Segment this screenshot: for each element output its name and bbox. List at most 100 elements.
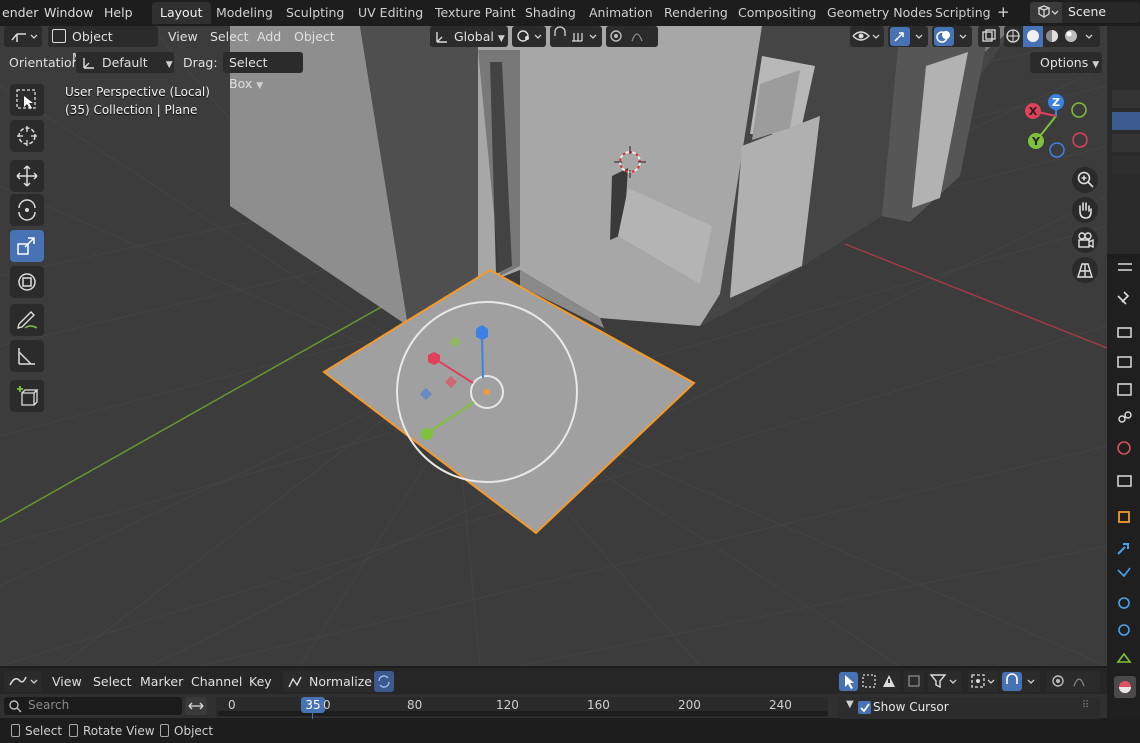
- filters-dropdown[interactable]: [928, 671, 962, 692]
- cursor-icon: [17, 126, 37, 146]
- camera-view-button[interactable]: [1072, 227, 1098, 253]
- tool-transform[interactable]: [10, 266, 44, 298]
- scene-browse-button[interactable]: [1030, 2, 1062, 23]
- y-axis-line: [0, 301, 391, 523]
- tab-compositing[interactable]: Compositing: [730, 2, 824, 24]
- outliner-row[interactable]: [1112, 134, 1140, 152]
- snap-dropdown[interactable]: [550, 26, 602, 47]
- proportional-timeline-icon: [1052, 675, 1085, 687]
- x-axis-line: [844, 243, 1107, 349]
- overlays-toggle[interactable]: [932, 26, 972, 47]
- drag-handle-icon[interactable]: ⠿: [1082, 700, 1089, 711]
- visibility-dropdown[interactable]: [850, 26, 884, 47]
- drag-setting-label: Drag:: [183, 55, 218, 70]
- drag-setting-dropdown[interactable]: Select Box ▼: [223, 52, 303, 91]
- tab-animation[interactable]: Animation: [581, 2, 661, 24]
- perspective-toggle-button[interactable]: [1072, 257, 1098, 283]
- outliner-row[interactable]: [1112, 156, 1140, 174]
- scale-icon: [17, 237, 35, 255]
- tool-annotate[interactable]: [10, 304, 44, 336]
- zoom-button[interactable]: [1072, 167, 1098, 193]
- timeline-menu-view[interactable]: View: [52, 671, 82, 692]
- timeline-search-input[interactable]: Search: [4, 697, 182, 715]
- tick-label-partial: 0: [323, 698, 331, 712]
- menu-render[interactable]: ender: [2, 4, 38, 22]
- tool-rotate[interactable]: [10, 194, 44, 226]
- mode-dropdown[interactable]: Object Mode▼: [48, 26, 158, 65]
- scene-name[interactable]: Scene: [1068, 4, 1106, 19]
- show-cursor-panel[interactable]: ▼ Show Cursor ⠿: [838, 697, 1100, 719]
- snap-timeline-toggle[interactable]: [1000, 671, 1040, 692]
- viewport-scene[interactable]: [0, 26, 1107, 666]
- tab-sculpting[interactable]: Sculpting: [278, 2, 352, 24]
- outliner-selected-row[interactable]: [1112, 112, 1140, 130]
- only-selected-toggle[interactable]: [904, 671, 924, 692]
- tool-scale[interactable]: [10, 230, 44, 262]
- pivot-timeline-dropdown[interactable]: [968, 671, 998, 692]
- timeline-select-tools[interactable]: [838, 671, 900, 692]
- building-mesh[interactable]: [230, 26, 1015, 328]
- tool-cursor[interactable]: [10, 120, 44, 152]
- menu-add[interactable]: Add: [257, 26, 281, 47]
- tab-geometry-nodes[interactable]: Geometry Nodes: [819, 2, 940, 24]
- gizmo-z-label: Z: [1052, 96, 1060, 109]
- transform-orientation-dropdown[interactable]: Global ▼: [430, 26, 508, 47]
- navigation-gizmo[interactable]: X Z Y: [1022, 88, 1098, 160]
- tool-measure[interactable]: [10, 340, 44, 372]
- timeline-editor-type-button[interactable]: [4, 671, 42, 692]
- proportional-timeline[interactable]: [1046, 671, 1100, 692]
- select-box-icon: [16, 89, 36, 109]
- tick-label: 160: [587, 698, 610, 712]
- tool-select-box[interactable]: [10, 84, 44, 116]
- tab-uv-editing[interactable]: UV Editing: [350, 2, 431, 24]
- options-dropdown[interactable]: Options ▼: [1030, 52, 1102, 73]
- pan-button[interactable]: [1072, 197, 1098, 223]
- editor-type-button[interactable]: [4, 26, 42, 47]
- orientation-setting-label: Orientation:: [9, 55, 84, 70]
- status-select: Select: [11, 724, 62, 738]
- orientation-setting-dropdown[interactable]: Default ▼: [76, 52, 174, 73]
- orientation-icon: [436, 32, 447, 43]
- tool-shelf: [8, 84, 48, 414]
- normalize-toggle[interactable]: Normalize: [283, 671, 373, 692]
- measure-icon: [18, 348, 35, 365]
- tick-label: 120: [496, 698, 519, 712]
- show-cursor-checkbox[interactable]: [858, 701, 871, 714]
- proportional-editing[interactable]: [606, 26, 658, 47]
- add-workspace-button[interactable]: +: [997, 3, 1010, 21]
- mouse-right-icon: [160, 724, 169, 737]
- tab-modeling[interactable]: Modeling: [208, 2, 281, 24]
- outliner-row[interactable]: [1112, 90, 1140, 108]
- timeline-menu-select[interactable]: Select: [93, 671, 132, 692]
- zoom-icon: [1077, 171, 1094, 188]
- show-cursor-label: Show Cursor: [873, 700, 949, 714]
- tab-layout[interactable]: Layout: [152, 2, 211, 24]
- timeline-menu-marker[interactable]: Marker: [140, 671, 183, 692]
- eye-icon: [852, 31, 880, 41]
- 3d-viewport[interactable]: [0, 26, 1107, 666]
- add-cube-icon: [17, 386, 39, 406]
- collection-label: (35) Collection | Plane: [65, 103, 198, 117]
- pivot-point-dropdown[interactable]: [512, 26, 546, 47]
- gizmo-toggle[interactable]: [888, 26, 928, 47]
- shading-modes[interactable]: [1004, 26, 1100, 47]
- menu-select[interactable]: Select: [210, 26, 249, 47]
- tool-add-cube[interactable]: [10, 380, 44, 412]
- auto-normalize-toggle[interactable]: [374, 671, 394, 692]
- tab-scripting[interactable]: Scripting: [927, 2, 999, 24]
- tab-shading[interactable]: Shading: [517, 2, 584, 24]
- tab-texture-paint[interactable]: Texture Paint: [427, 2, 524, 24]
- timeline-menu-channel[interactable]: Channel: [191, 671, 242, 692]
- search-icon: [9, 700, 22, 713]
- xray-toggle[interactable]: [978, 26, 1000, 47]
- timeline-menu-key[interactable]: Key: [249, 671, 272, 692]
- tab-rendering[interactable]: Rendering: [656, 2, 736, 24]
- menu-object[interactable]: Object: [294, 26, 335, 47]
- tool-move[interactable]: [10, 160, 44, 192]
- menu-window[interactable]: Window: [44, 4, 93, 22]
- current-frame-indicator[interactable]: 35: [301, 697, 325, 713]
- menu-view[interactable]: View: [168, 26, 198, 47]
- menu-help[interactable]: Help: [104, 4, 133, 22]
- swap-channels-button[interactable]: [185, 697, 207, 715]
- chevron-down-icon: ▼: [1092, 60, 1100, 70]
